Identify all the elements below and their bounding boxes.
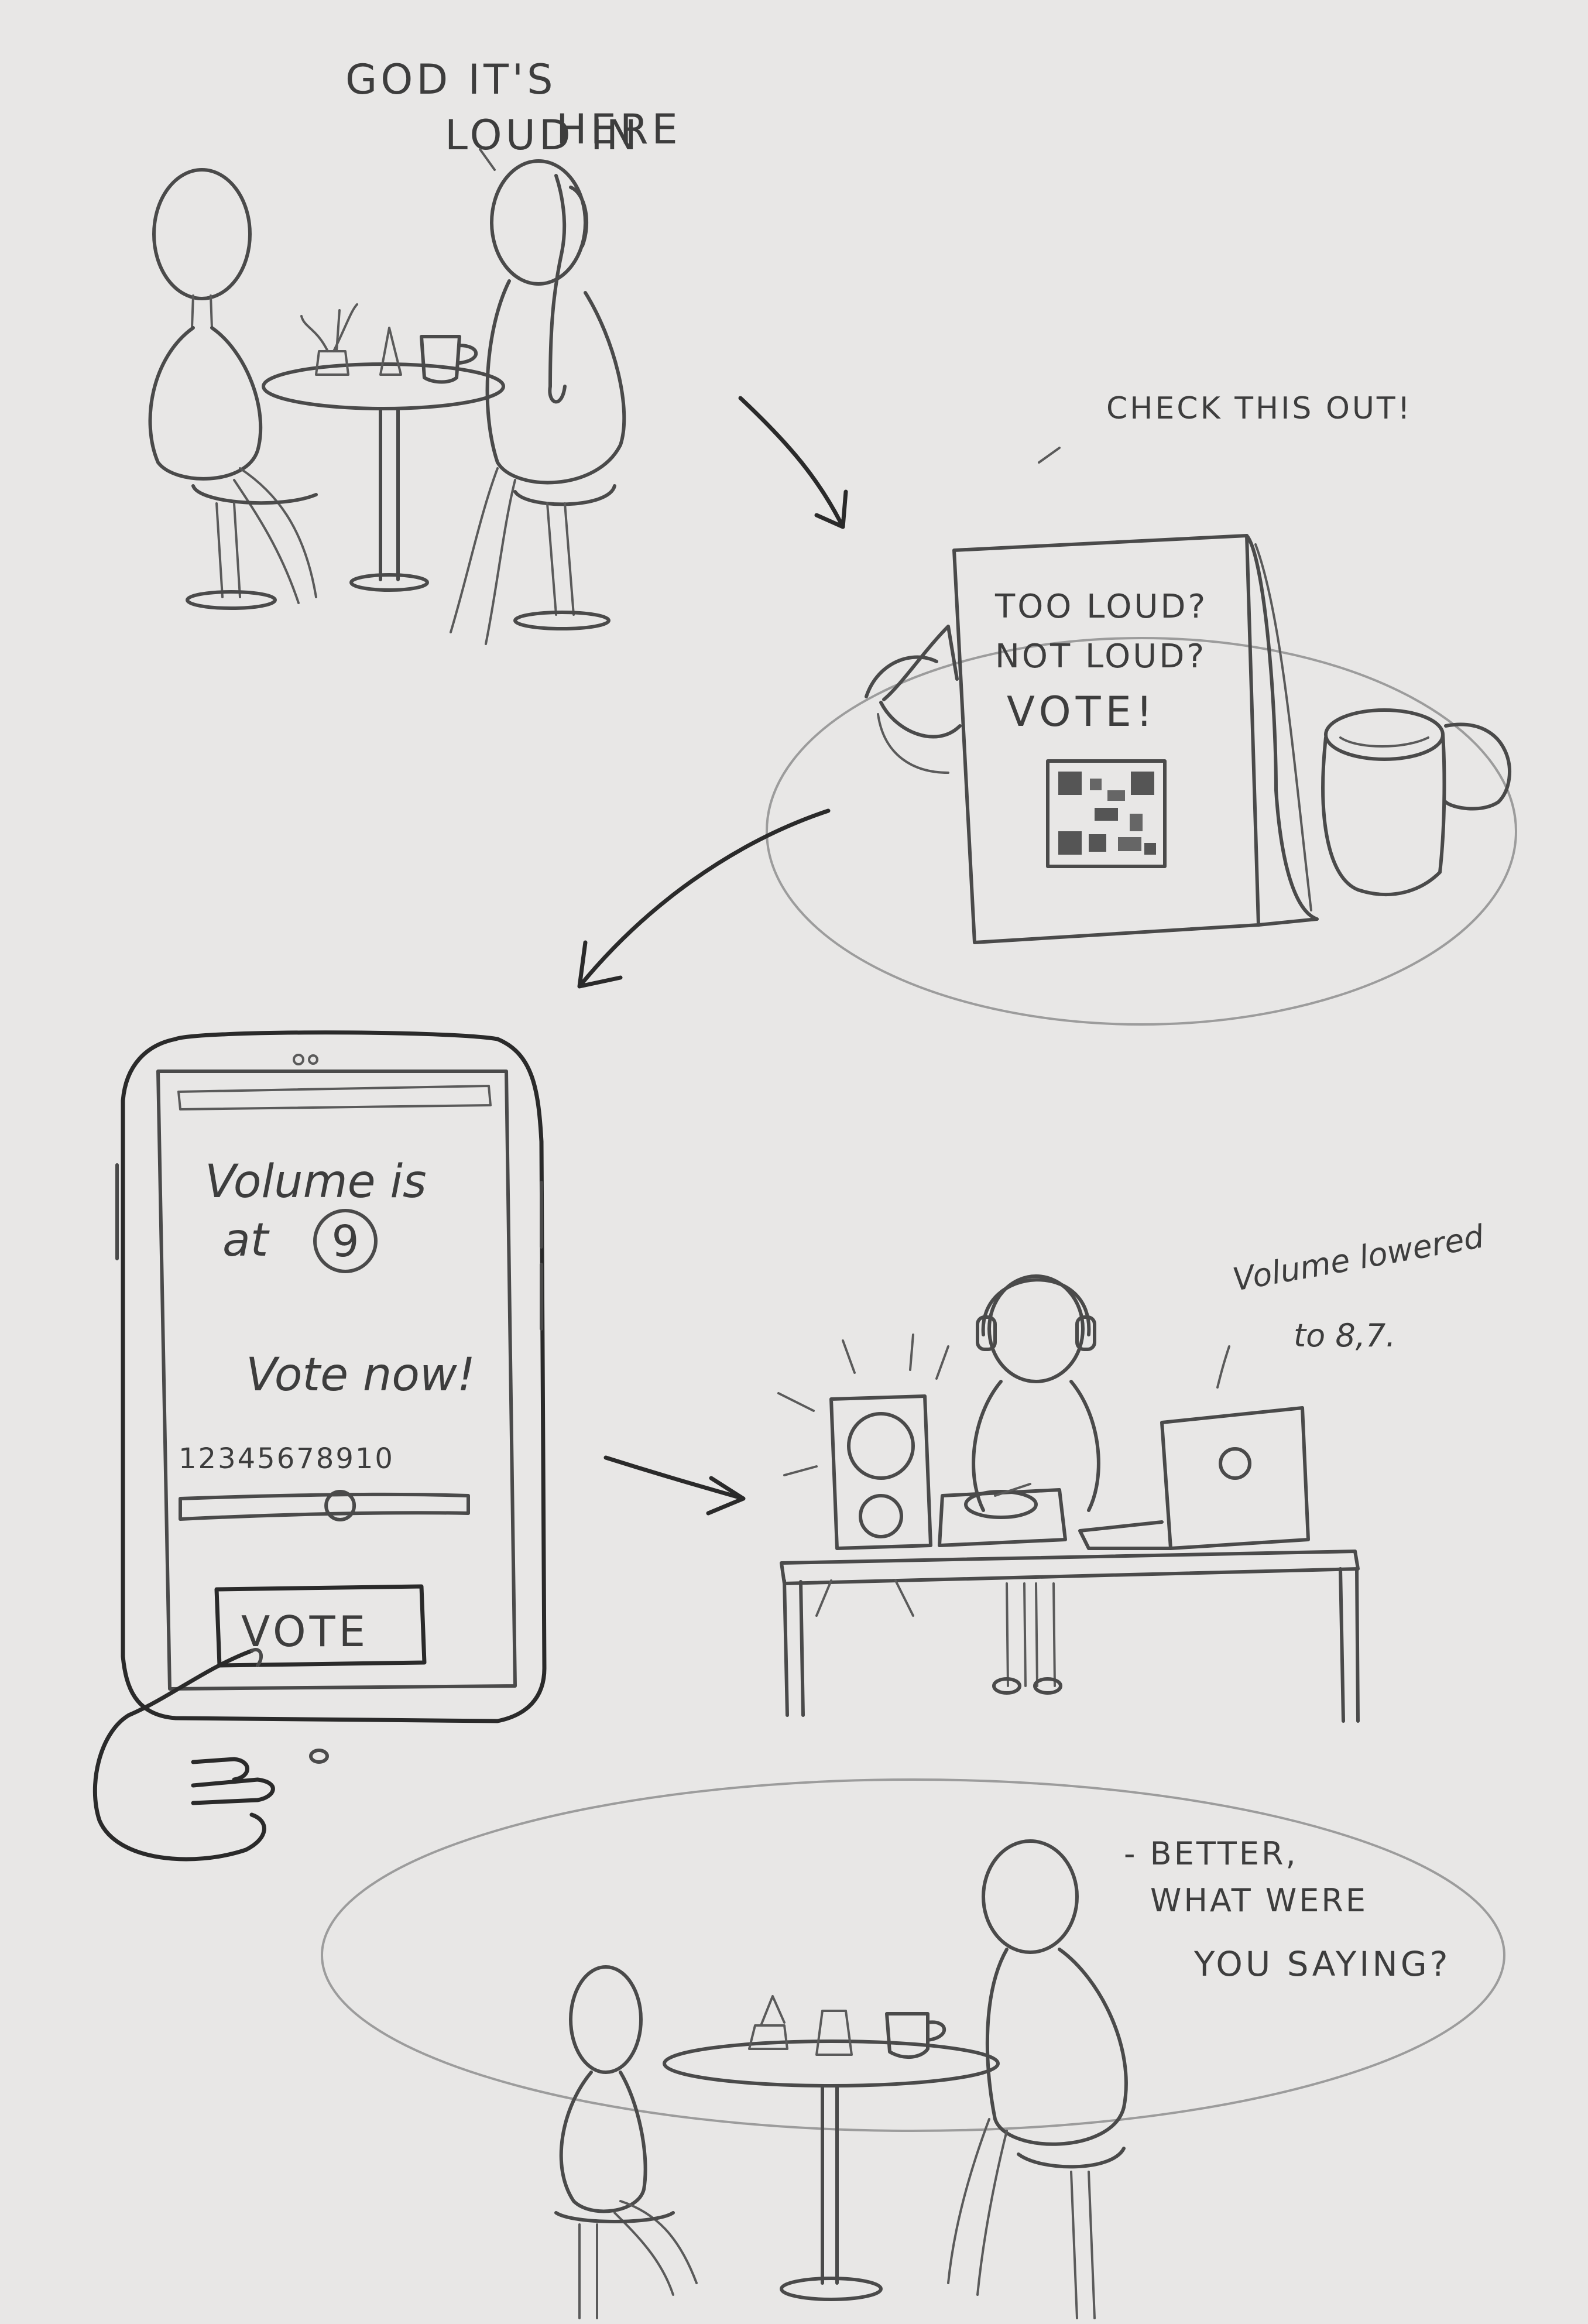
home-button[interactable]: [309, 1749, 329, 1764]
speech-line: - BETTER,: [1124, 1835, 1298, 1872]
person-head: [152, 168, 252, 300]
finger-pressing: [92, 1648, 275, 1862]
person-body: [485, 279, 626, 485]
speech-line: WHAT WERE: [1150, 1882, 1368, 1919]
front-camera: [293, 1054, 304, 1065]
dj-note-line: to 8,7.: [1294, 1317, 1395, 1354]
scene-phone-vote: Volume is at 9 Vote now! 12345678910 VOT…: [92, 1030, 547, 1862]
person-body: [559, 2071, 647, 2213]
volume-value: 9: [331, 1216, 359, 1267]
vote-now-label: Vote now!: [246, 1349, 475, 1401]
storyboard-sketch: GOD IT'S LOUD IN HERE TOO LOUD? NOT LOUD…: [0, 0, 1588, 2324]
cafe-table: [262, 362, 505, 410]
scale-labels: 12345678910: [179, 1442, 395, 1475]
volume-label: Volume is: [205, 1156, 427, 1208]
qr-code-pattern: [1058, 772, 1156, 855]
person-head: [490, 159, 587, 286]
person-head: [569, 1965, 643, 2074]
sign-line: TOO LOUD?: [994, 588, 1208, 626]
scene-table-sign: TOO LOUD? NOT LOUD? VOTE! CHECK THIS OUT…: [766, 391, 1517, 1026]
dj-note-line: Volume lowered: [1230, 1218, 1487, 1298]
speaker: [829, 1394, 932, 1550]
speech-line: YOU SAYING?: [1193, 1944, 1451, 1984]
hand-on-head: [548, 174, 588, 404]
coffee-mug: [1324, 708, 1445, 761]
flow-arrow: [603, 1455, 746, 1516]
volume-at-label: at: [222, 1214, 270, 1267]
sketch-canvas: GOD IT'S LOUD IN HERE TOO LOUD? NOT LOUD…: [92, 56, 1517, 2319]
sign-line: VOTE!: [1007, 688, 1157, 736]
person-body: [985, 1948, 1128, 2146]
speech-line: GOD IT'S: [345, 56, 557, 104]
address-bar: [177, 1085, 492, 1110]
person-head: [982, 1839, 1079, 1954]
speech-text: CHECK THIS OUT!: [1106, 391, 1412, 426]
headphones: [981, 1278, 1091, 1336]
laptop-logo: [1219, 1447, 1251, 1480]
scene-cafe-loud: GOD IT'S LOUD IN HERE: [148, 56, 681, 645]
vote-button-label: VOTE: [241, 1607, 369, 1656]
volume-slider-track[interactable]: [179, 1492, 470, 1521]
scene-cafe-quiet: - BETTER, WHAT WERE YOU SAYING?: [321, 1778, 1505, 2319]
flow-arrow: [738, 396, 848, 529]
speech-line: HERE: [556, 105, 681, 153]
sound-lines: [777, 1334, 949, 1617]
scene-dj-desk: Volume lowered to 8,7.: [777, 1218, 1487, 1723]
sign-line: NOT LOUD?: [995, 637, 1206, 676]
dj-desk: [780, 1550, 1360, 1585]
cafe-table: [663, 2040, 1000, 2088]
person-body: [148, 326, 263, 481]
